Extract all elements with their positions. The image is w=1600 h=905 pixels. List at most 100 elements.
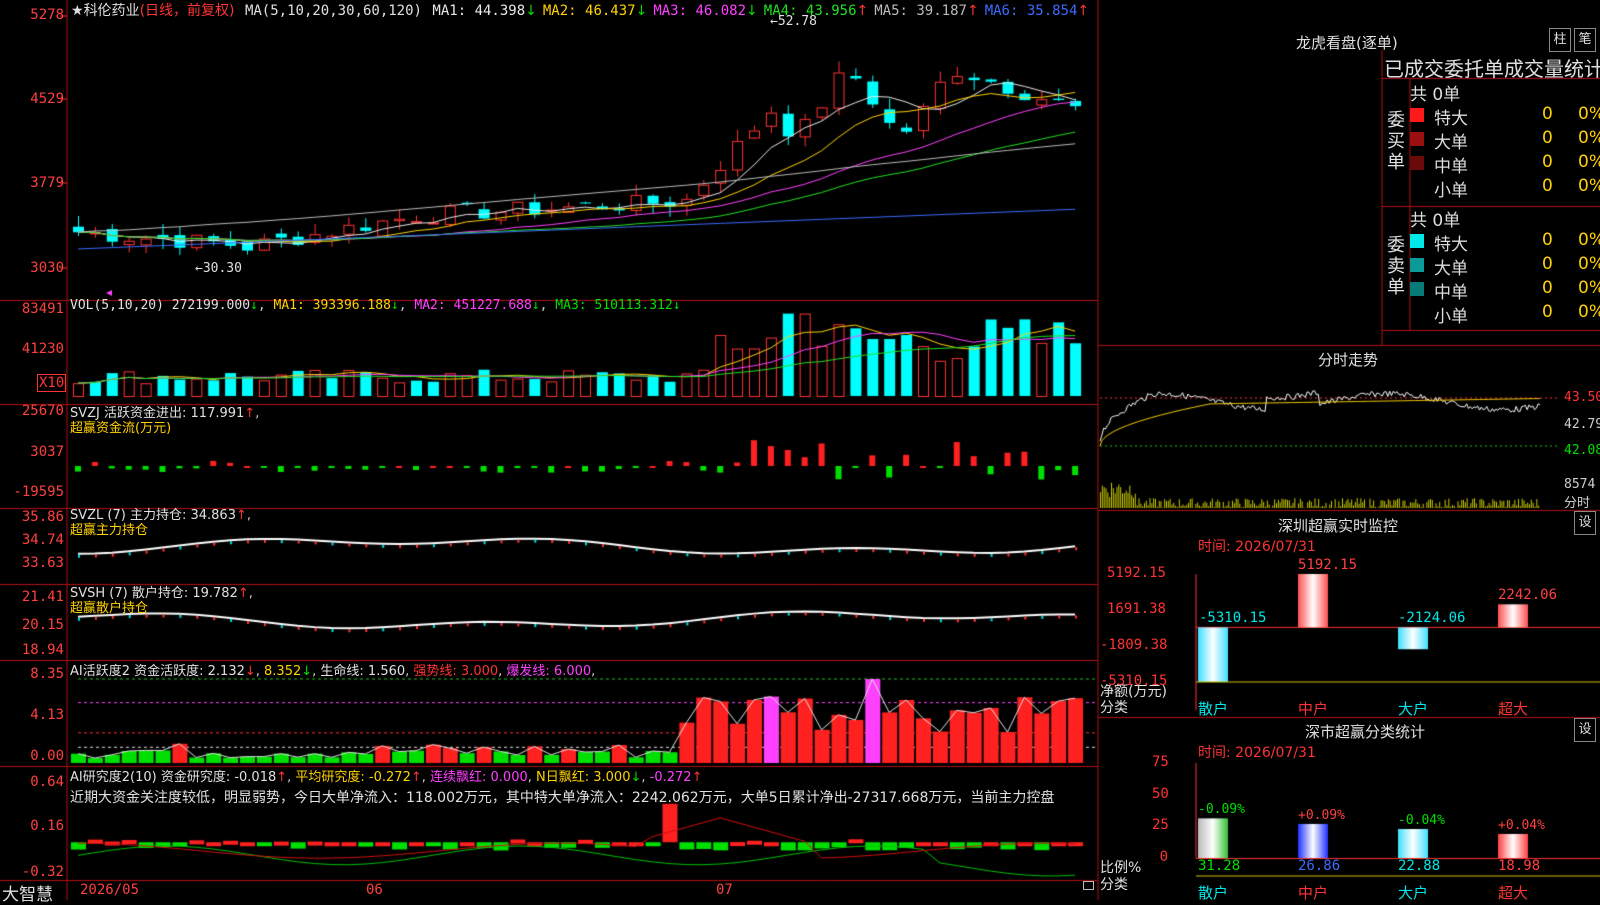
buy-row-name: 中单 bbox=[1434, 157, 1468, 177]
buy-row-count: 0 bbox=[1542, 104, 1553, 124]
ma2-value: MA2: 46.437 bbox=[542, 3, 636, 19]
monitor-tick-3: -1809.38 bbox=[1100, 637, 1168, 653]
timeline-vol-tick: 8574 bbox=[1564, 477, 1596, 492]
sell-row-name: 特大 bbox=[1434, 235, 1468, 255]
class-settings-button[interactable]: 设 bbox=[1574, 718, 1596, 742]
monitor-bar-value-3: 2242.06 bbox=[1498, 587, 1558, 604]
price-low-mark: ←30.30 bbox=[195, 261, 242, 276]
ai-strong-line: 强势线: 3.000 bbox=[413, 664, 499, 679]
buy-row-2: 中单 0 0% bbox=[1410, 152, 1600, 177]
svzl-tick-3: 33.63 bbox=[21, 555, 64, 571]
monitor-tick-2: 1691.38 bbox=[1106, 601, 1166, 617]
class-tick-3: 25 bbox=[1152, 817, 1169, 833]
svzj-tick-3: -19595 bbox=[13, 484, 64, 500]
class-tick-2: 50 bbox=[1152, 786, 1169, 802]
ai-research-header: AI研究度2(10) 资金研究度: -0.018↑, 平均研究度: -0.272… bbox=[70, 770, 703, 785]
monitor-category-1: 中户 bbox=[1298, 700, 1329, 718]
favorite-star-icon[interactable]: ★ bbox=[71, 3, 84, 19]
lock-icon[interactable] bbox=[1083, 881, 1094, 890]
vol-tick-1: 83491 bbox=[21, 301, 64, 317]
dragon-title: 龙虎看盘(逐单) bbox=[1296, 34, 1398, 52]
brand-logo[interactable]: 大智慧 bbox=[2, 880, 53, 905]
sell-row-count: 0 bbox=[1542, 302, 1553, 322]
timeline-tick-3: 42.08 bbox=[1564, 443, 1600, 458]
class-bar-change-0: -0.09% bbox=[1198, 802, 1245, 818]
sell-row-pct: 0% bbox=[1578, 254, 1600, 274]
vol-value: 272199.000 bbox=[171, 298, 251, 313]
svzl-subtitle: 超赢主力持仓 bbox=[70, 523, 149, 538]
buy-row-0: 特大 0 0% bbox=[1410, 104, 1600, 129]
sell-row-count: 0 bbox=[1542, 254, 1553, 274]
buy-row-name: 小单 bbox=[1434, 181, 1468, 201]
buy-row-count: 0 bbox=[1542, 152, 1553, 172]
monitor-bar-value-1: 5192.15 bbox=[1298, 557, 1358, 573]
vol-ma1: MA1: 393396.188 bbox=[273, 298, 391, 313]
monitor-settings-button[interactable]: 设 bbox=[1574, 511, 1596, 535]
buy-row-count: 0 bbox=[1542, 176, 1553, 196]
ma-values: MA1: 44.398↓ MA2: 46.437↓ MA3: 46.082↓ MA4:… bbox=[432, 3, 1090, 19]
vol-ma3: MA3: 510113.312 bbox=[555, 298, 673, 313]
monitor-tick-1: 5192.15 bbox=[1106, 565, 1166, 581]
ma6-value: MA6: 35.854 bbox=[984, 3, 1078, 19]
timeline-tick-2: 42.79 bbox=[1564, 417, 1600, 432]
svzj-tick-1: 25670 bbox=[21, 403, 64, 419]
class-title: 深市超赢分类统计 bbox=[1305, 723, 1426, 741]
class-bar-change-1: +0.09% bbox=[1298, 807, 1345, 823]
ai-activity-tick-2: 4.13 bbox=[30, 707, 64, 723]
buy-row-pct: 0% bbox=[1578, 104, 1600, 124]
timeline-label: 分时 bbox=[1564, 496, 1591, 511]
svsh-tick-3: 18.94 bbox=[21, 642, 64, 658]
vol-unit-box[interactable]: X10 bbox=[37, 374, 67, 392]
buy-row-count: 0 bbox=[1542, 128, 1553, 148]
sell-row-name: 中单 bbox=[1434, 283, 1468, 303]
class-bar-value-0: 31.28 bbox=[1198, 858, 1241, 874]
sell-row-1: 大单 0 0% bbox=[1410, 254, 1600, 279]
stock-name[interactable]: 科伦药业 bbox=[84, 3, 140, 19]
buy-row-pct: 0% bbox=[1578, 128, 1600, 148]
date-label-3: 07 bbox=[716, 882, 733, 898]
period-label[interactable]: (日线，前复权) bbox=[140, 3, 235, 19]
ma-param-label: MA(5,10,20,30,60,120) bbox=[244, 3, 422, 19]
ai-research-tail: -0.272 bbox=[649, 770, 692, 785]
price-tick-2: 4529 bbox=[30, 91, 64, 107]
indicator-charts-canvas[interactable] bbox=[0, 0, 1600, 900]
monitor-category-2: 大户 bbox=[1398, 700, 1429, 718]
sell-row-count: 0 bbox=[1542, 278, 1553, 298]
ai-research-tick-2: 0.16 bbox=[30, 818, 64, 834]
svzl-tick-2: 34.74 bbox=[21, 532, 64, 548]
monitor-category-label: 分类 bbox=[1100, 700, 1128, 716]
class-tick-4: 0 bbox=[1159, 849, 1168, 865]
buy-row-swatch bbox=[1410, 156, 1424, 170]
ai-research-avg: 平均研究度: -0.272 bbox=[295, 770, 411, 785]
bar-mode-button[interactable]: 柱 bbox=[1549, 28, 1571, 52]
sell-total: 共 0单 bbox=[1410, 211, 1461, 231]
ai-life-line: 生命线: 1.560 bbox=[320, 664, 406, 679]
buy-row-3: 小单 0 0% bbox=[1410, 176, 1600, 201]
class-bar-value-2: 22.88 bbox=[1398, 858, 1441, 874]
monitor-category-0: 散户 bbox=[1198, 700, 1229, 718]
buy-side-label: 委买单 bbox=[1387, 110, 1405, 173]
vol-ma2: MA2: 451227.688 bbox=[414, 298, 532, 313]
sell-row-0: 特大 0 0% bbox=[1410, 230, 1600, 255]
vol-header: VOL(5,10,20) 272199.000↓, MA1: 393396.18… bbox=[70, 298, 681, 313]
monitor-time: 时间: 2026/07/31 bbox=[1198, 539, 1316, 555]
class-category-label: 分类 bbox=[1100, 877, 1128, 893]
buy-row-swatch bbox=[1410, 132, 1424, 146]
ai-activity-header: AI活跃度2 资金活跃度: 2.132↓, 8.352↓, 生命线: 1.560… bbox=[70, 664, 596, 679]
vol-tick-2: 41230 bbox=[21, 341, 64, 357]
class-bar-value-3: 18.98 bbox=[1498, 858, 1541, 874]
buy-row-pct: 0% bbox=[1578, 152, 1600, 172]
ai-activity-tick-3: 0.00 bbox=[30, 748, 64, 764]
buy-row-1: 大单 0 0% bbox=[1410, 128, 1600, 153]
monitor-category-3: 超大 bbox=[1498, 700, 1529, 718]
timeline-title: 分时走势 bbox=[1318, 351, 1379, 369]
ma5-value: MA5: 39.187 bbox=[874, 3, 967, 19]
class-tick-1: 75 bbox=[1152, 754, 1169, 770]
sell-row-pct: 0% bbox=[1578, 302, 1600, 322]
timeline-tick-1: 43.50 bbox=[1564, 390, 1600, 405]
pen-mode-button[interactable]: 笔 bbox=[1574, 28, 1596, 52]
class-time: 时间: 2026/07/31 bbox=[1198, 745, 1316, 761]
price-high-mark: ←52.78 bbox=[770, 14, 817, 29]
buy-row-swatch bbox=[1410, 108, 1424, 122]
date-label-1: 2026/05 bbox=[80, 882, 140, 898]
